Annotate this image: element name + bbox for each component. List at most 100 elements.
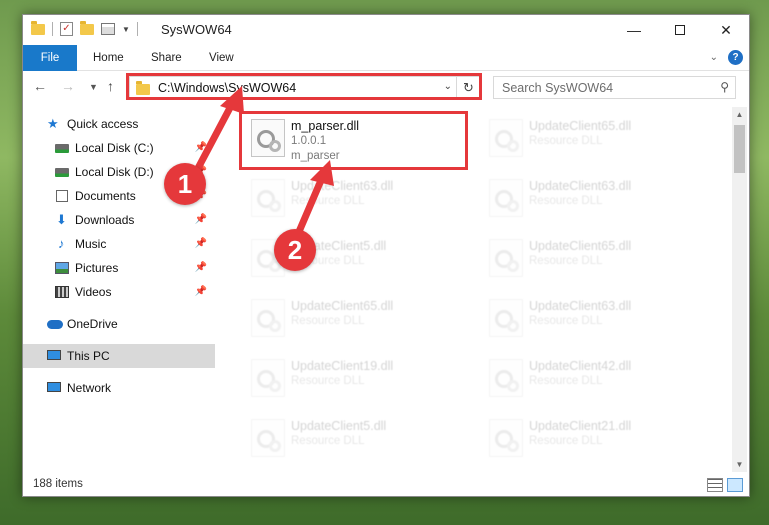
sidebar-item-pictures[interactable]: Pictures 📌 — [23, 256, 215, 280]
sidebar-item-network[interactable]: Network — [23, 376, 215, 400]
maximize-button[interactable] — [657, 15, 703, 45]
maximize-icon — [675, 25, 685, 35]
sidebar-item-label: Quick access — [67, 117, 139, 131]
sidebar-item-music[interactable]: ♪ Music 📌 — [23, 232, 215, 256]
file-highlight — [239, 111, 468, 170]
toolbar-divider — [52, 22, 53, 36]
folder-icon — [31, 20, 45, 35]
tiles-view-icon[interactable] — [727, 478, 743, 492]
file-name: UpdateClient65.dll — [529, 239, 632, 253]
file-description: Resource DLL — [291, 315, 365, 327]
sidebar-item-label: Music — [75, 237, 107, 251]
gear-icon — [507, 320, 519, 332]
forward-arrow-icon[interactable]: → — [61, 78, 75, 94]
pin-icon: 📌 — [194, 142, 207, 153]
customize-toolbar-chevron-icon[interactable]: ▼ — [122, 25, 130, 34]
sidebar-item-videos[interactable]: Videos 📌 — [23, 280, 215, 304]
file-item[interactable]: UpdateClient19.dll Resource DLL — [243, 353, 469, 411]
details-view-icon[interactable] — [707, 478, 723, 492]
sidebar-item-this-pc[interactable]: This PC — [23, 344, 215, 368]
close-button[interactable]: ✕ — [703, 15, 749, 45]
file-item[interactable]: UpdateClient63.dll Resource DLL — [481, 293, 707, 351]
dll-file-icon — [489, 299, 523, 337]
sidebar-item-label: Local Disk (D:) — [75, 165, 154, 179]
back-arrow-icon[interactable]: ← — [33, 78, 47, 94]
sidebar-item-label: Local Disk (C:) — [75, 141, 154, 155]
sidebar-item-local-disk-c[interactable]: Local Disk (C:) 📌 — [23, 136, 215, 160]
file-item[interactable]: UpdateClient5.dll Resource DLL — [243, 413, 469, 471]
scrollbar-thumb[interactable] — [734, 125, 745, 173]
toolbar-divider — [136, 22, 138, 36]
gear-icon — [507, 200, 519, 212]
drive-icon — [55, 168, 69, 177]
window-title: SysWOW64 — [161, 22, 232, 37]
sidebar-item-downloads[interactable]: ⬇ Downloads 📌 — [23, 208, 215, 232]
properties-icon[interactable] — [101, 23, 115, 35]
gear-icon — [507, 440, 519, 452]
search-input[interactable]: Search SysWOW64 ⚲ — [493, 76, 736, 99]
videos-icon — [55, 286, 69, 298]
file-name: UpdateClient63.dll — [529, 299, 632, 313]
file-item[interactable]: UpdateClient63.dll Resource DLL — [481, 173, 707, 231]
search-icon[interactable]: ⚲ — [720, 80, 729, 94]
gear-icon — [269, 200, 281, 212]
properties-check-icon[interactable]: ✓ — [60, 22, 73, 36]
music-icon: ♪ — [58, 236, 65, 251]
file-item[interactable]: UpdateClient42.dll Resource DLL — [481, 353, 707, 411]
tab-share[interactable]: Share — [151, 45, 182, 71]
scroll-down-arrow-icon[interactable]: ▼ — [732, 457, 747, 472]
file-item[interactable]: UpdateClient63.dll Resource DLL — [243, 173, 469, 231]
file-item[interactable]: UpdateClient65.dll Resource DLL — [481, 113, 707, 171]
item-count: 188 items — [33, 478, 83, 490]
download-icon: ⬇ — [56, 212, 67, 227]
tab-home[interactable]: Home — [93, 45, 124, 71]
file-name: UpdateClient63.dll — [529, 179, 632, 193]
sidebar-item-label: Videos — [75, 285, 112, 299]
minimize-button[interactable]: — — [611, 15, 657, 45]
gear-icon — [507, 380, 519, 392]
up-arrow-icon[interactable]: ↑ — [107, 78, 114, 94]
drive-icon — [55, 144, 69, 153]
file-description: Resource DLL — [291, 435, 365, 447]
sidebar-item-label: This PC — [67, 349, 110, 363]
cloud-icon — [47, 320, 63, 329]
ribbon-tabs: File Home Share View ⌄ ? — [23, 45, 749, 71]
sidebar-item-onedrive[interactable]: OneDrive — [23, 312, 215, 336]
sidebar-item-quick-access[interactable]: ★ Quick access — [23, 112, 215, 136]
scroll-up-arrow-icon[interactable]: ▲ — [732, 107, 747, 122]
file-item[interactable]: UpdateClient21.dll Resource DLL — [481, 413, 707, 471]
sidebar-item-label: Documents — [75, 189, 136, 203]
file-item[interactable]: UpdateClient65.dll Resource DLL — [481, 233, 707, 291]
file-item[interactable]: UpdateClient65.dll Resource DLL — [243, 293, 469, 351]
pin-icon: 📌 — [194, 262, 207, 273]
vertical-scrollbar[interactable]: ▲ ▼ — [732, 107, 747, 472]
file-name: UpdateClient21.dll — [529, 419, 632, 433]
expand-ribbon-chevron-icon[interactable]: ⌄ — [710, 52, 718, 63]
file-name: UpdateClient63.dll — [291, 179, 394, 193]
tab-view[interactable]: View — [209, 45, 234, 71]
gear-icon — [269, 320, 281, 332]
step-1-badge: 1 — [164, 163, 206, 205]
star-icon: ★ — [47, 116, 59, 131]
navigation-pane: ★ Quick access Local Disk (C:) 📌 Local D… — [23, 107, 215, 472]
new-folder-icon[interactable] — [80, 20, 94, 35]
file-name: UpdateClient19.dll — [291, 359, 394, 373]
file-description: Resource DLL — [291, 375, 365, 387]
file-name: UpdateClient65.dll — [291, 299, 394, 313]
gear-icon — [507, 260, 519, 272]
tab-file[interactable]: File — [23, 45, 77, 71]
file-name: UpdateClient42.dll — [529, 359, 632, 373]
pin-icon: 📌 — [194, 286, 207, 297]
gear-icon — [269, 440, 281, 452]
documents-icon — [56, 190, 68, 202]
recent-locations-chevron-icon[interactable]: ▼ — [89, 82, 98, 92]
pictures-icon — [55, 262, 69, 274]
sidebar-item-label: Pictures — [75, 261, 119, 275]
gear-icon — [507, 140, 519, 152]
quick-access-toolbar: ✓ ▼ — [31, 20, 138, 36]
sidebar-item-label: OneDrive — [67, 317, 118, 331]
help-icon[interactable]: ? — [728, 50, 743, 65]
view-toggle — [707, 478, 743, 492]
dll-file-icon — [489, 359, 523, 397]
search-placeholder: Search SysWOW64 — [502, 81, 614, 95]
